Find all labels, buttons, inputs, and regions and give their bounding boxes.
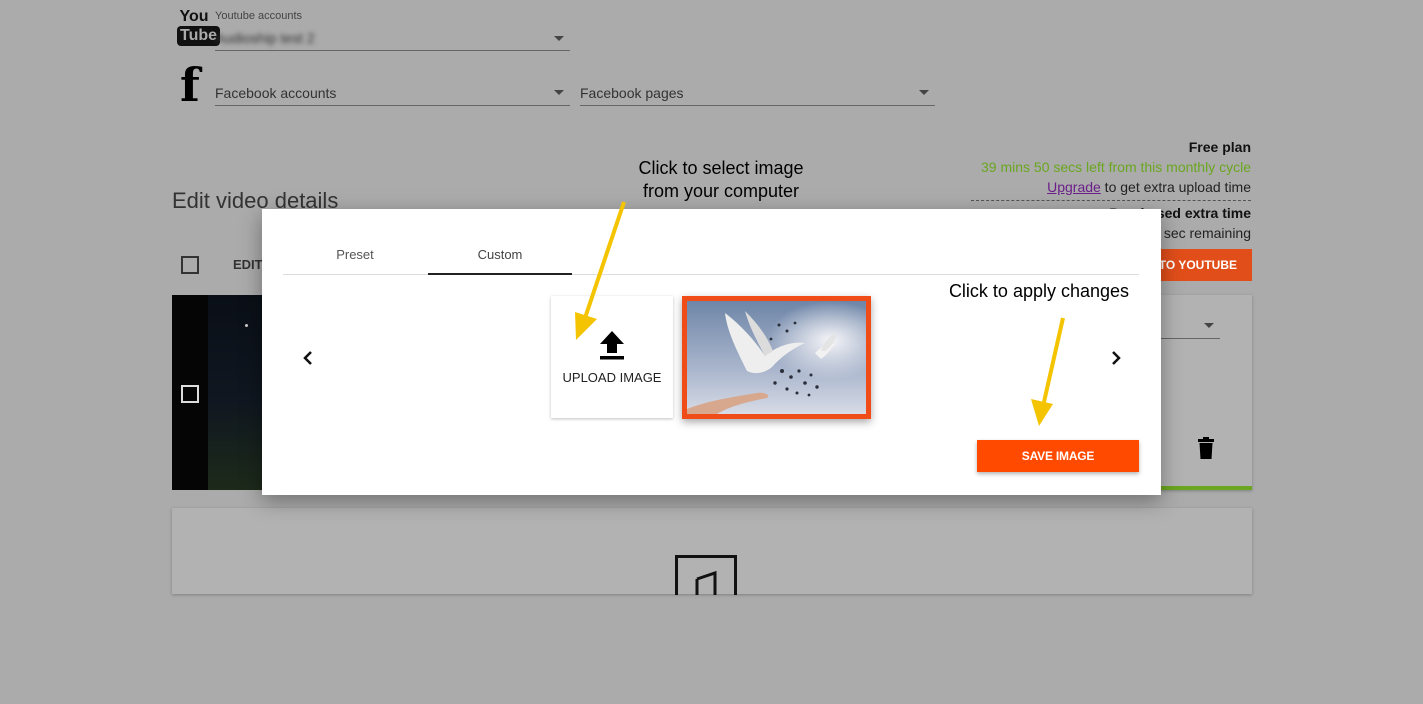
annotation-select-image: Click to select image from your computer bbox=[611, 157, 831, 203]
video-select[interactable] bbox=[1160, 313, 1220, 339]
save-image-button[interactable]: SAVE IMAGE bbox=[977, 440, 1139, 472]
chevron-down-icon bbox=[554, 36, 564, 41]
select-all-checkbox[interactable] bbox=[181, 256, 199, 274]
trash-icon[interactable] bbox=[1198, 437, 1214, 459]
upload-progress-bar bbox=[1160, 486, 1252, 490]
youtube-accounts-label: Youtube accounts bbox=[215, 10, 303, 22]
plan-title: Free plan bbox=[1188, 139, 1251, 155]
edit-label[interactable]: EDIT bbox=[233, 257, 263, 272]
plan-divider bbox=[971, 200, 1251, 201]
chevron-down-icon bbox=[1204, 323, 1214, 328]
upload-image-label: UPLOAD IMAGE bbox=[562, 369, 662, 385]
tab-preset[interactable]: Preset bbox=[283, 235, 427, 274]
annotation-apply-changes: Click to apply changes bbox=[948, 281, 1130, 301]
youtube-logo-tube: Tube bbox=[177, 26, 221, 46]
annotation-select-image-line2: from your computer bbox=[642, 181, 800, 201]
upload-image-tile[interactable]: UPLOAD IMAGE bbox=[551, 296, 673, 418]
plan-time-left: 39 mins 50 secs left from this monthly c… bbox=[981, 159, 1251, 175]
video-checkbox[interactable] bbox=[181, 385, 199, 403]
tab-custom[interactable]: Custom bbox=[428, 235, 572, 275]
doves-image bbox=[687, 301, 866, 414]
facebook-accounts-select[interactable]: Facebook accounts bbox=[215, 80, 570, 106]
music-file-icon bbox=[675, 555, 737, 595]
youtube-logo-you: You bbox=[179, 8, 209, 25]
upload-icon bbox=[600, 330, 624, 359]
facebook-accounts-placeholder: Facebook accounts bbox=[215, 85, 337, 101]
add-video-card[interactable] bbox=[172, 508, 1252, 595]
youtube-logo: You Tube bbox=[177, 8, 221, 46]
thumbnail-star bbox=[245, 324, 248, 327]
modal-tabs: Preset Custom bbox=[283, 235, 1139, 275]
annotation-select-image-line1: Click to select image bbox=[638, 158, 804, 178]
facebook-pages-select[interactable]: Facebook pages bbox=[580, 80, 935, 106]
youtube-account-value: Audioship test 2 bbox=[215, 30, 315, 46]
custom-thumbnail-image[interactable] bbox=[682, 296, 871, 419]
previous-arrow-button[interactable] bbox=[296, 346, 320, 370]
facebook-logo: f bbox=[180, 58, 200, 112]
upgrade-suffix: to get extra upload time bbox=[1100, 179, 1251, 195]
chevron-down-icon bbox=[554, 90, 564, 95]
chevron-left-icon bbox=[303, 351, 312, 365]
next-arrow-button[interactable] bbox=[1104, 346, 1128, 370]
chevron-down-icon bbox=[919, 90, 929, 95]
plan-upgrade-row: Upgrade to get extra upload time bbox=[961, 177, 1251, 197]
upgrade-link[interactable]: Upgrade bbox=[1047, 179, 1101, 195]
youtube-accounts-select[interactable]: Audioship test 2 bbox=[215, 26, 570, 51]
thumbnail-modal: Preset Custom UPLOAD IMAGE SAVE IMAGE bbox=[262, 209, 1161, 495]
facebook-pages-placeholder: Facebook pages bbox=[580, 85, 684, 101]
chevron-right-icon bbox=[1112, 351, 1121, 365]
video-thumbnail-image bbox=[208, 295, 264, 490]
